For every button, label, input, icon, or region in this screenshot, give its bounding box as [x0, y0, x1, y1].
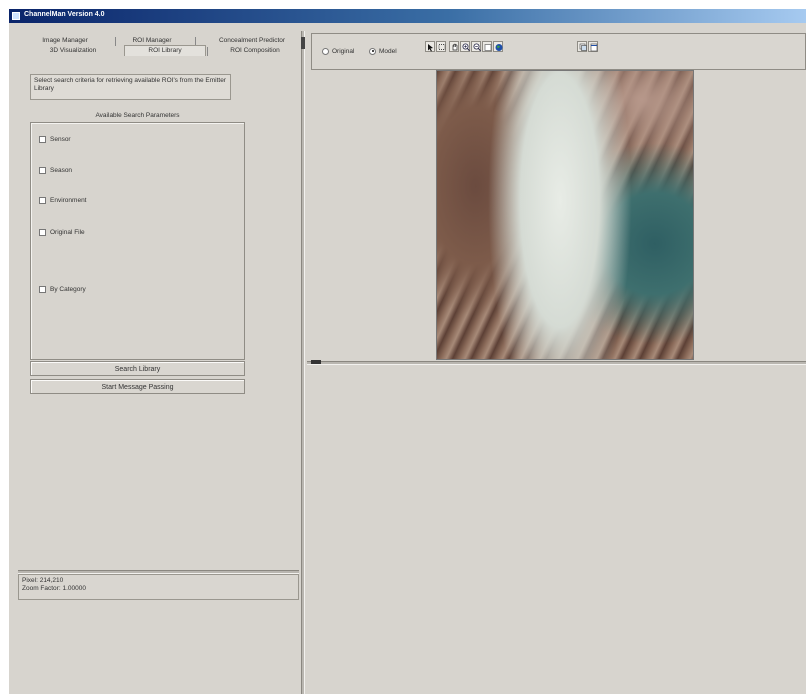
- season-checkbox[interactable]: Season: [39, 166, 72, 176]
- checkbox-box[interactable]: [39, 196, 46, 204]
- tab-3d-visualization[interactable]: 3D Visualization: [43, 46, 103, 56]
- search-parameters-group: Sensor Season Environment Original File …: [30, 122, 245, 360]
- sensor-checkbox[interactable]: Sensor: [39, 135, 71, 145]
- zoom-in-icon[interactable]: [460, 41, 470, 52]
- tab-separator: [207, 47, 208, 56]
- checkbox-box[interactable]: [39, 166, 46, 174]
- checkbox-box[interactable]: [39, 135, 46, 143]
- tab-roi-library[interactable]: ROI Library: [124, 45, 206, 56]
- application-window: ChannelMan Version 4.0 Image Manager ROI…: [9, 9, 806, 694]
- checkbox-box[interactable]: [39, 228, 46, 236]
- title-bar[interactable]: ChannelMan Version 4.0: [9, 9, 806, 23]
- tab-separator: [115, 37, 116, 46]
- original-radio[interactable]: Original: [322, 47, 354, 57]
- app-icon: [12, 12, 20, 20]
- radio-label: Model: [379, 48, 397, 55]
- status-panel: Pixel: 214,210 Zoom Factor: 1.00000: [18, 574, 299, 600]
- search-parameters-title: Available Search Parameters: [95, 112, 180, 119]
- right-horizontal-splitter[interactable]: [307, 360, 806, 365]
- tab-concealment-predictor[interactable]: Concealment Predictor: [209, 36, 295, 46]
- tab-image-manager[interactable]: Image Manager: [37, 36, 93, 46]
- splitter-grip[interactable]: [311, 360, 321, 364]
- checkbox-label: Season: [50, 167, 73, 174]
- rectangle-select-icon[interactable]: [436, 41, 446, 52]
- zoom-factor-readout: Zoom Factor: 1.00000: [22, 585, 86, 592]
- vertical-splitter[interactable]: [301, 31, 305, 694]
- satellite-image-view[interactable]: [436, 70, 694, 360]
- pixel-readout: Pixel: 214,210: [22, 577, 64, 584]
- radio-dot[interactable]: [322, 47, 329, 55]
- zoom-fit-icon[interactable]: [482, 41, 492, 52]
- splitter-grip[interactable]: [301, 37, 305, 49]
- tab-roi-composition[interactable]: ROI Composition: [219, 46, 291, 56]
- search-description: Select search criteria for retrieving av…: [30, 74, 231, 100]
- layers-icon[interactable]: [577, 41, 587, 52]
- search-library-button[interactable]: Search Library: [30, 361, 245, 376]
- window-title: ChannelMan Version 4.0: [24, 11, 105, 18]
- window-icon[interactable]: [588, 41, 598, 52]
- start-message-passing-button[interactable]: Start Message Passing: [30, 379, 245, 394]
- radio-dot-selected[interactable]: [369, 47, 376, 55]
- pointer-icon[interactable]: [425, 41, 435, 52]
- checkbox-label: Environment: [50, 197, 87, 204]
- environment-checkbox[interactable]: Environment: [39, 196, 87, 206]
- pan-icon[interactable]: [449, 41, 459, 52]
- checkbox-label: By Category: [50, 286, 86, 293]
- original-file-checkbox[interactable]: Original File: [39, 228, 85, 238]
- checkbox-label: Sensor: [50, 136, 71, 143]
- globe-icon[interactable]: [493, 41, 503, 52]
- by-category-checkbox[interactable]: By Category: [39, 285, 86, 295]
- model-radio[interactable]: Model: [369, 47, 397, 57]
- checkbox-box[interactable]: [39, 285, 46, 293]
- checkbox-label: Original File: [50, 229, 85, 236]
- zoom-out-icon[interactable]: [471, 41, 481, 52]
- image-toolbar: Original Model: [311, 33, 806, 70]
- radio-label: Original: [332, 48, 355, 55]
